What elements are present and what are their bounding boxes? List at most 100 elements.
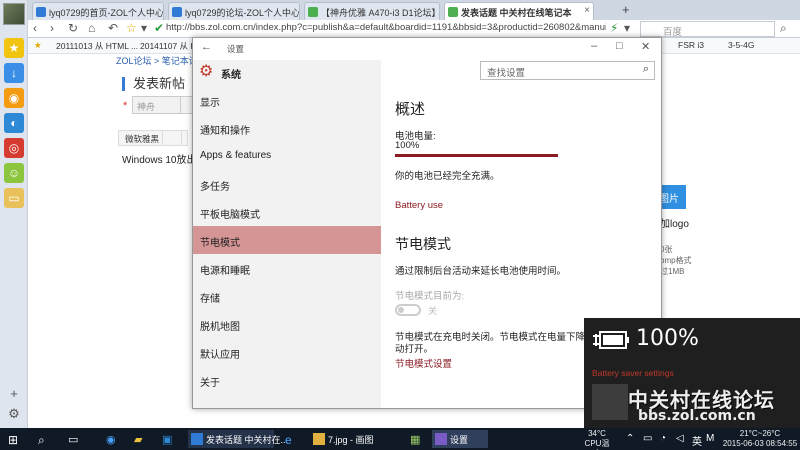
zol-icon <box>448 7 458 17</box>
tab-forum[interactable]: lyq0729的论坛-ZOL个人中心 <box>168 2 300 20</box>
toggle-knob <box>398 307 404 313</box>
saver-description: 通过限制后台活动来延长电池使用时间。 <box>395 266 567 277</box>
nav-battery-saver[interactable]: 节电模式 <box>193 226 381 254</box>
battery-status: 你的电池已经完全充满。 <box>395 171 500 182</box>
battery-flyout: 100% Battery saver settings 中关村在线论坛 bbs.… <box>584 318 800 428</box>
refresh-icon[interactable]: ↻ <box>68 21 78 35</box>
network-icon[interactable]: ◔ <box>660 428 666 450</box>
chevron-down-icon[interactable] <box>162 130 182 146</box>
nav-about[interactable]: 关于 <box>193 366 381 394</box>
nav-apps-features[interactable]: Apps & features <box>193 142 381 170</box>
app-icon[interactable]: ▦ <box>410 428 420 450</box>
search-icon[interactable]: ⌕ <box>780 21 787 36</box>
search-icon[interactable]: ⌕ <box>38 428 45 450</box>
maximize-icon[interactable]: □ <box>616 40 623 52</box>
tab-label: 发表话题 中关村在线笔记本 <box>461 8 572 18</box>
watermark-url: bbs.zol.com.cn <box>638 408 756 424</box>
close-icon[interactable]: × <box>584 5 590 16</box>
tab-home[interactable]: lyq0729的首页-ZOL个人中心 <box>32 2 164 20</box>
ie-icon[interactable]: e <box>285 428 292 450</box>
battery-icon[interactable]: ▭ <box>643 428 652 450</box>
url-input[interactable]: http://bbs.zol.com.cn/index.php?c=publis… <box>166 22 606 36</box>
tab-label: lyq0729的论坛-ZOL个人中心 <box>185 8 300 18</box>
battery-saver-toggle[interactable] <box>395 304 421 316</box>
volume-icon[interactable]: ◁ <box>676 428 684 450</box>
search-input[interactable]: 百度 <box>640 21 775 38</box>
weibo-icon[interactable]: ◎ <box>4 138 24 158</box>
shield-icon: ✔ <box>154 21 165 35</box>
task-view-icon[interactable]: ▭ <box>68 428 78 450</box>
bookmark-item[interactable]: 20111013 从 HTML ... <box>56 40 138 52</box>
rss-icon[interactable]: ◉ <box>4 88 24 108</box>
chevron-up-icon[interactable]: ⌃ <box>626 428 634 450</box>
emoji-icon[interactable]: ☺ <box>4 163 24 183</box>
star-icon[interactable]: ★ <box>4 38 24 58</box>
nav-power-sleep[interactable]: 电源和睡眠 <box>193 254 381 282</box>
store-icon[interactable]: ▣ <box>162 428 172 450</box>
gear-icon: ⚙ <box>199 63 214 80</box>
cpu-temp-label: CPU温度 <box>584 439 610 450</box>
star-icon: ★ <box>34 40 42 50</box>
minimize-icon[interactable]: – <box>591 40 597 52</box>
image-format: bmp格式 <box>660 256 692 265</box>
avatar[interactable] <box>3 3 25 25</box>
bookmark-item[interactable]: FSR i3 <box>678 40 704 50</box>
home-icon[interactable]: ⌂ <box>88 21 95 35</box>
search-placeholder: 百度 <box>663 27 683 38</box>
nav-storage[interactable]: 存储 <box>193 282 381 310</box>
image-size: 过1MB <box>660 267 685 276</box>
nav-tablet-mode[interactable]: 平板电脑模式 <box>193 198 381 226</box>
download-icon[interactable]: ↓ <box>4 63 24 83</box>
back-icon[interactable]: ‹ <box>33 21 37 35</box>
nav-default-apps[interactable]: 默认应用 <box>193 338 381 366</box>
search-placeholder: 查找设置 <box>487 68 526 79</box>
ime-indicator[interactable]: 英 <box>692 428 702 450</box>
zol-icon <box>172 7 182 17</box>
battery-saver-settings-link[interactable]: Battery saver settings <box>592 368 674 378</box>
clock[interactable]: 21°C~26°C 2015-06-03 08:54:55 <box>722 429 798 449</box>
close-icon[interactable]: ✕ <box>641 40 650 53</box>
chevron-down-icon[interactable]: ▾ <box>141 21 147 35</box>
add-icon[interactable]: + <box>6 386 22 402</box>
overview-heading: 概述 <box>395 101 426 118</box>
chevron-down-icon[interactable]: ▾ <box>624 21 630 35</box>
forward-icon[interactable]: › <box>50 21 54 35</box>
battery-value: 100% <box>395 140 420 151</box>
note-icon[interactable]: ▭ <box>4 188 24 208</box>
brand-select[interactable]: 神舟 <box>132 96 187 114</box>
cpu-temp[interactable]: 34°C CPU温度 <box>582 429 612 450</box>
saver-status-label: 节电模式目前为: <box>395 291 465 302</box>
star-icon[interactable]: ☆ <box>126 21 137 35</box>
battery-use-link[interactable]: Battery use <box>395 200 443 211</box>
folder-icon[interactable]: ▰ <box>134 428 142 450</box>
saver-note-2: 动打开。 <box>395 344 434 355</box>
nav-notifications[interactable]: 通知和操作 <box>193 114 381 142</box>
taskbar-app-settings[interactable]: 设置 <box>432 430 488 448</box>
date-text: 2015-06-03 <box>722 439 764 448</box>
nav-display[interactable]: 显示 <box>193 86 381 114</box>
windows-start-icon[interactable]: ⊞ <box>8 428 18 450</box>
back-icon[interactable]: ← <box>201 41 212 53</box>
settings-search-input[interactable]: 查找设置 ⌕ <box>480 61 655 80</box>
bookmark-item[interactable]: 20141107 从 IE <box>140 40 198 52</box>
search-icon[interactable]: ⌕ <box>643 63 649 76</box>
ime-mode-icon[interactable]: M <box>706 428 714 450</box>
gear-icon[interactable]: ⚙ <box>6 406 22 422</box>
taskbar-app-paint[interactable]: 7.jpg - 画图 <box>310 430 386 448</box>
new-tab-button[interactable]: + <box>622 2 630 17</box>
gear-icon <box>435 433 447 445</box>
lightning-icon[interactable]: ⚡ <box>610 21 618 35</box>
tab-product-forum[interactable]: 【神舟优雅 A470-i3 D1论坛】 <box>304 2 440 20</box>
battery-saver-tile[interactable] <box>592 384 628 420</box>
bookmark-item[interactable]: 3-5-4G <box>728 40 754 50</box>
ie-icon[interactable]: ◉ <box>106 428 116 450</box>
nav-multitasking[interactable]: 多任务 <box>193 170 381 198</box>
cpu-temp-value: 34°C <box>588 429 606 438</box>
saver-settings-link[interactable]: 节电模式设置 <box>395 356 452 370</box>
weather-text: 21°C~26°C <box>739 429 781 438</box>
undo-icon[interactable]: ↶ <box>108 21 118 35</box>
tab-publish[interactable]: 发表话题 中关村在线笔记本 × <box>444 2 594 20</box>
game-icon[interactable]: ◐ <box>4 113 24 133</box>
taskbar-app-browser[interactable]: 发表话题 中关村在... <box>188 430 288 448</box>
nav-offline-maps[interactable]: 脱机地图 <box>193 310 381 338</box>
